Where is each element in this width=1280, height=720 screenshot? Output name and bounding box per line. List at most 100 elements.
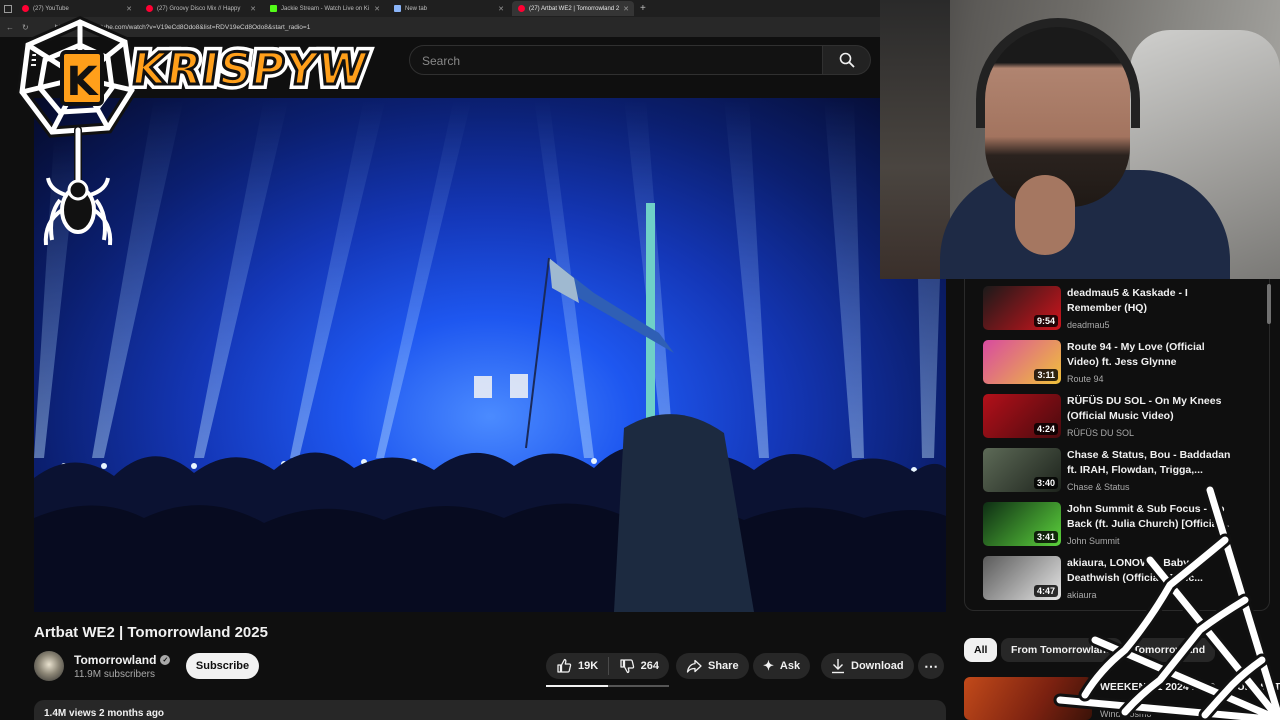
tab-close-icon[interactable]: ✕: [250, 5, 256, 13]
download-button[interactable]: Download: [821, 653, 914, 679]
tab-title: (27) YouTube: [33, 5, 69, 12]
browser-tab-kick[interactable]: Jackie Stream - Watch Live on Ki ✕: [264, 1, 386, 16]
thumbs-down-icon: [619, 659, 634, 674]
description-box[interactable]: 1.4M views 2 months ago: [34, 700, 946, 720]
rec-title: John Summit & Sub Focus - Go Back (ft. J…: [1067, 503, 1230, 530]
tab-title: (27) Artbat WE2 | Tomorrowland 2: [529, 5, 620, 12]
duration-badge: 4:24: [1033, 423, 1058, 435]
subscribe-button[interactable]: Subscribe: [186, 653, 259, 679]
new-tab-icon[interactable]: +: [640, 3, 646, 14]
search-input[interactable]: Search: [409, 45, 823, 75]
list-item[interactable]: 4:47 akiaura, LONOWN, Baby - Deathwish (…: [983, 556, 1263, 606]
channel-avatar[interactable]: [34, 651, 64, 681]
rec-title: Chase & Status, Bou - Baddadan ft. IRAH,…: [1067, 449, 1231, 476]
dislike-button[interactable]: 264: [609, 653, 669, 679]
list-item[interactable]: 3:40 Chase & Status, Bou - Baddadan ft. …: [983, 448, 1263, 498]
rec-title: deadmau5 & Kaskade - I Remember (HQ): [1067, 287, 1188, 314]
webcam-overlay: [880, 0, 1280, 279]
concert-scene: [34, 98, 946, 612]
tab-close-icon[interactable]: ✕: [498, 5, 504, 13]
video-meta: 1.4M views 2 months ago: [44, 708, 165, 719]
duration-badge: 3:40: [1033, 477, 1058, 489]
download-icon: [832, 659, 844, 674]
video-thumbnail[interactable]: [964, 677, 1092, 720]
share-button[interactable]: Share: [676, 653, 749, 679]
rec-title: RÜFÜS DU SOL - On My Knees (Official Mus…: [1067, 395, 1222, 422]
browser-tab-artbat[interactable]: (27) Artbat WE2 | Tomorrowland 2 ✕: [512, 1, 634, 16]
video-thumbnail: 3:40: [983, 448, 1061, 492]
more-actions-button[interactable]: ⋯: [918, 653, 944, 679]
browser-tab-newtab[interactable]: New tab ✕: [388, 1, 510, 16]
rec-title: akiaura, LONOWN, Baby - Deathwish (Offic…: [1067, 557, 1203, 584]
dislike-count: 264: [640, 660, 659, 672]
video-title: Artbat WE2 | Tomorrowland 2025: [34, 624, 268, 641]
search-button[interactable]: [823, 45, 871, 75]
rec-title[interactable]: WEEKEND 1 2024 MAD... (FULL SET): [1100, 681, 1280, 693]
video-thumbnail: 3:11: [983, 340, 1061, 384]
window-menu-icon[interactable]: [4, 4, 12, 13]
youtube-icon: [22, 5, 29, 12]
url-field[interactable]: https://www.youtube.com/watch?v=V19eCd8O…: [55, 24, 311, 31]
tab-close-icon[interactable]: ✕: [126, 5, 132, 13]
video-thumbnail: 4:47: [983, 556, 1061, 600]
tab-title: Jackie Stream - Watch Live on Ki: [281, 5, 370, 12]
more-icon: ⋯: [924, 657, 938, 674]
chip-all[interactable]: All: [964, 638, 998, 662]
back-icon[interactable]: ←: [6, 23, 14, 32]
like-ratio-fill: [546, 685, 608, 687]
chip-tomorrowland[interactable]: Tomorrowland: [1123, 638, 1216, 662]
tab-close-icon[interactable]: ✕: [623, 5, 629, 13]
rec-title: Route 94 - My Love (Official Video) ft. …: [1067, 341, 1205, 368]
thumbs-up-icon: [557, 658, 572, 673]
webcam-person-hand: [1015, 175, 1075, 255]
search-icon: [839, 52, 855, 68]
rec-channel: RÜFÜS DU SOL: [1067, 428, 1135, 438]
playlist-scrollbar[interactable]: [1267, 284, 1271, 324]
video-thumbnail: 9:54: [983, 286, 1061, 330]
channel-name-text: Tomorrowland: [74, 653, 157, 667]
tab-title: New tab: [405, 5, 428, 12]
tab-close-icon[interactable]: ✕: [374, 5, 380, 13]
channel-name[interactable]: Tomorrowland ✓: [74, 653, 171, 667]
ask-button[interactable]: ✦ Ask: [753, 653, 811, 679]
browser-tab-youtube[interactable]: (27) YouTube ✕: [16, 1, 138, 16]
like-dislike-group: 19K 264: [546, 653, 669, 679]
list-item[interactable]: 9:54 deadmau5 & Kaskade - I Remember (HQ…: [983, 286, 1263, 336]
page-icon: [394, 5, 401, 12]
verified-icon: ✓: [160, 655, 171, 665]
subscriber-count: 11.9M subscribers: [74, 669, 155, 680]
video-player[interactable]: [34, 98, 946, 612]
like-button[interactable]: 19K: [546, 653, 608, 679]
youtube-icon: [146, 5, 153, 12]
youtube-icon: [518, 5, 525, 12]
duration-badge: 4:47: [1033, 585, 1058, 597]
chip-from-tomorrowland[interactable]: From Tomorrowland: [1001, 638, 1123, 662]
duration-badge: 3:41: [1033, 531, 1058, 543]
tab-title: (27) Groovy Disco Mix // Happy: [157, 5, 241, 12]
rec-channel: Wind Cosmo: [1100, 709, 1152, 719]
kick-icon: [270, 5, 277, 12]
list-item[interactable]: 3:41 John Summit & Sub Focus - Go Back (…: [983, 502, 1263, 552]
list-item[interactable]: 3:11 Route 94 - My Love (Official Video)…: [983, 340, 1263, 390]
menu-icon[interactable]: [22, 54, 36, 66]
rec-channel: Chase & Status: [1067, 482, 1130, 492]
browser-tab-groovy[interactable]: (27) Groovy Disco Mix // Happy ✕: [140, 1, 262, 16]
share-icon: [686, 659, 702, 673]
ask-label: Ask: [779, 660, 801, 672]
like-ratio-bar: [546, 685, 669, 687]
share-label: Share: [708, 660, 739, 672]
sparkle-icon: ✦: [763, 658, 774, 673]
duration-badge: 3:11: [1034, 369, 1058, 381]
duration-badge: 9:54: [1033, 315, 1058, 327]
reload-icon[interactable]: ↻: [22, 23, 29, 32]
rec-channel: Route 94: [1067, 374, 1104, 384]
rec-channel: John Summit: [1067, 536, 1120, 546]
video-thumbnail: 4:24: [983, 394, 1061, 438]
list-item[interactable]: 4:24 RÜFÜS DU SOL - On My Knees (Officia…: [983, 394, 1263, 444]
address-bar: ← ↻ https://www.youtube.com/watch?v=V19e…: [0, 17, 880, 37]
video-thumbnail: 3:41: [983, 502, 1061, 546]
like-count: 19K: [578, 660, 599, 672]
screen: (27) YouTube ✕ (27) Groovy Disco Mix // …: [0, 0, 1280, 720]
browser-tabstrip: (27) YouTube ✕ (27) Groovy Disco Mix // …: [0, 0, 880, 17]
webcam-headset: [976, 18, 1140, 128]
